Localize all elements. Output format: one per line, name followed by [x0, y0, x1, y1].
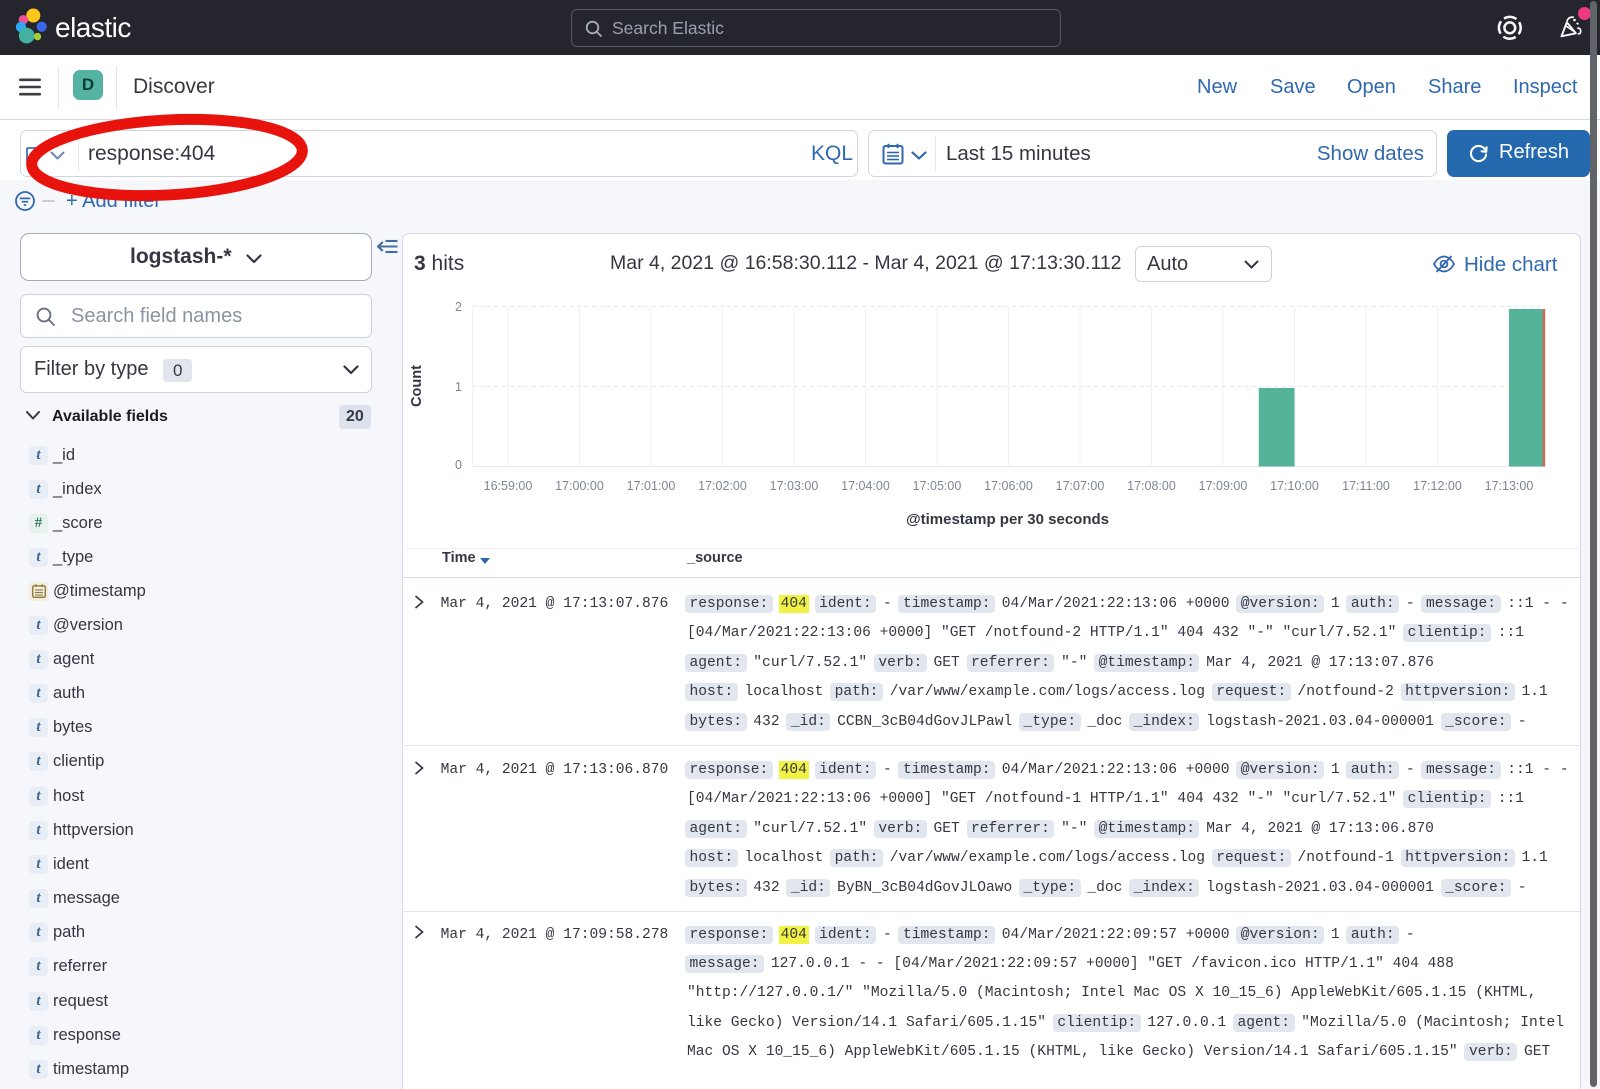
- svg-text:17:07:00: 17:07:00: [1056, 479, 1105, 493]
- svg-text:1: 1: [455, 380, 462, 394]
- svg-text:16:59:00: 16:59:00: [484, 479, 533, 493]
- svg-text:0: 0: [455, 458, 462, 472]
- svg-text:17:13:00: 17:13:00: [1485, 479, 1534, 493]
- svg-text:17:00:00: 17:00:00: [555, 479, 604, 493]
- svg-text:17:03:00: 17:03:00: [770, 479, 819, 493]
- svg-text:@timestamp per 30 seconds: @timestamp per 30 seconds: [906, 511, 1109, 528]
- svg-text:17:05:00: 17:05:00: [913, 479, 962, 493]
- svg-text:17:02:00: 17:02:00: [698, 479, 747, 493]
- svg-text:17:11:00: 17:11:00: [1342, 479, 1390, 493]
- svg-text:Count: Count: [409, 365, 425, 407]
- svg-text:17:10:00: 17:10:00: [1270, 479, 1319, 493]
- svg-text:17:04:00: 17:04:00: [841, 479, 890, 493]
- svg-text:17:06:00: 17:06:00: [984, 479, 1033, 493]
- svg-text:2: 2: [455, 300, 462, 314]
- svg-text:17:08:00: 17:08:00: [1127, 479, 1176, 493]
- svg-text:17:01:00: 17:01:00: [627, 479, 676, 493]
- svg-text:17:12:00: 17:12:00: [1413, 479, 1462, 493]
- svg-text:17:09:00: 17:09:00: [1199, 479, 1248, 493]
